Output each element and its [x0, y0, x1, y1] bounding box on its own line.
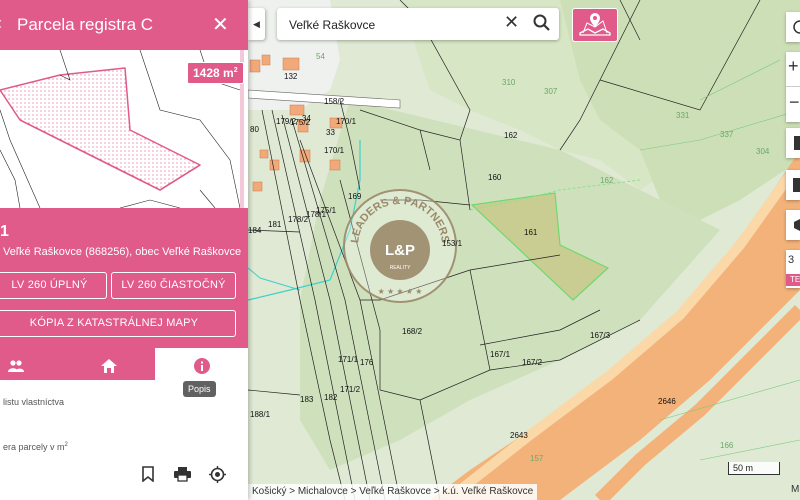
parcel-label: 161 — [524, 228, 538, 237]
parcel-label: 153/1 — [442, 239, 463, 248]
parcel-label: 2643 — [510, 431, 528, 440]
parcel-label: 169 — [348, 192, 362, 201]
parcel-label: 183 — [300, 395, 314, 404]
panel-title: Parcela registra C — [17, 15, 154, 34]
parcel-label: 167/1 — [490, 350, 511, 359]
parcel-label: 160 — [488, 173, 502, 182]
people-icon — [8, 359, 24, 372]
map-scale: 50 m — [728, 462, 780, 475]
watermark-sub: REALITY — [390, 265, 412, 271]
parcel-label: 80 — [250, 125, 259, 134]
zoom-in-button[interactable]: + — [788, 56, 799, 77]
stack-layers-icon[interactable] — [786, 210, 800, 240]
watermark-logo: L&P — [385, 242, 415, 259]
zoom-controls[interactable]: + − — [786, 52, 800, 122]
parcel-label: 158/2 — [324, 97, 345, 106]
parcel-label: 171/1 — [338, 355, 359, 364]
target-icon[interactable] — [209, 466, 226, 488]
parcel-info: 1 Veľké Raškovce (868256), obec Veľké Ra… — [0, 208, 248, 348]
parcel-label: 157 — [530, 454, 544, 463]
close-icon[interactable]: ✕ — [212, 12, 229, 37]
parcel-label: 170/1 — [336, 117, 357, 126]
svg-text:★ ★ ★ ★ ★: ★ ★ ★ ★ ★ — [378, 287, 423, 296]
parcel-label: 167/2 — [522, 358, 543, 367]
parcel-label: 176 — [360, 358, 374, 367]
home-icon — [101, 358, 117, 373]
parcel-label: 178/1 — [306, 210, 327, 219]
parcel-location: Veľké Raškovce (868256), obec Veľké Rašk… — [3, 246, 242, 258]
close-icon[interactable]: ✕ — [504, 12, 519, 33]
parcel-label: 310 — [502, 78, 516, 87]
parcel-label: 167/3 — [590, 331, 611, 340]
parcel-label: 337 — [720, 130, 734, 139]
lv-partial-button[interactable]: LV 260 ČIASTOČNÝ — [111, 272, 236, 299]
parcel-label: 132 — [284, 72, 298, 81]
map-pin-icon — [579, 13, 611, 36]
tab-owners[interactable] — [0, 348, 32, 383]
cadastral-map-copy-button[interactable]: KÓPIA Z KATASTRÁLNEJ MAPY — [0, 310, 236, 337]
ownership-text: listu vlastníctva — [3, 397, 65, 407]
parcel-label: 162 — [600, 176, 614, 185]
parcel-label: 304 — [756, 147, 770, 156]
image-layer-icon[interactable] — [786, 170, 800, 200]
tab-building[interactable] — [85, 348, 133, 383]
parcel-label: 171/2 — [340, 385, 361, 394]
area-text: era parcely v m2 — [3, 442, 68, 452]
parcel-number: 1 — [0, 223, 9, 240]
search-input[interactable] — [287, 15, 496, 35]
parcel-label: 168/2 — [402, 327, 423, 336]
parcel-label: 33 — [326, 128, 335, 137]
breadcrumb[interactable]: Košický > Michalovce > Veľké Raškovce > … — [248, 484, 538, 500]
parcel-label: 170/1 — [324, 146, 345, 155]
tab-indicator — [0, 380, 155, 383]
layers-icon[interactable] — [786, 128, 800, 158]
info-icon — [193, 357, 210, 374]
parcel-label: 54 — [316, 52, 325, 61]
search-icon[interactable] — [533, 13, 551, 38]
area-badge: 1428 m2 — [187, 62, 244, 84]
locate-icon[interactable] — [786, 12, 800, 42]
parcel-label: 182 — [324, 393, 338, 402]
zoom-out-button[interactable]: − — [789, 92, 800, 113]
parcel-label: 162 — [504, 131, 518, 140]
parcel-label: 2646 — [658, 397, 676, 406]
parcel-label: 181 — [268, 220, 282, 229]
tab-description[interactable] — [155, 348, 248, 383]
side-badge[interactable]: 3 TE — [786, 250, 800, 288]
parcel-label: 184 — [248, 226, 262, 235]
parcel-label: 331 — [676, 111, 690, 120]
parcel-label: 166 — [720, 441, 734, 450]
map-canvas[interactable] — [248, 0, 800, 500]
parcel-detail-panel: ‹ Parcela registra C ✕ 1428 m2 1 Veľké — [0, 0, 248, 500]
parcel-label: 34 — [302, 114, 311, 123]
bookmark-icon[interactable] — [141, 466, 155, 487]
panel-header: ‹ Parcela registra C ✕ — [0, 0, 248, 50]
map-corner-label: M — [791, 484, 800, 495]
collapse-panel-button[interactable]: ◀ — [248, 8, 265, 40]
panel-tabs — [0, 348, 248, 383]
map-location-button[interactable] — [572, 8, 618, 42]
lv-full-button[interactable]: LV 260 ÚPLNÝ — [0, 272, 107, 299]
printer-icon[interactable] — [174, 466, 191, 487]
parcel-label: 307 — [544, 87, 558, 96]
parcel-label: 188/1 — [250, 410, 271, 419]
back-icon[interactable]: ‹ — [0, 13, 2, 34]
cadastral-map[interactable]: LEADERS & PARTNERS L&P REALITY ★ ★ ★ ★ ★… — [248, 0, 800, 500]
search-box[interactable]: ✕ — [277, 8, 559, 40]
tooltip: Popis — [183, 381, 216, 397]
